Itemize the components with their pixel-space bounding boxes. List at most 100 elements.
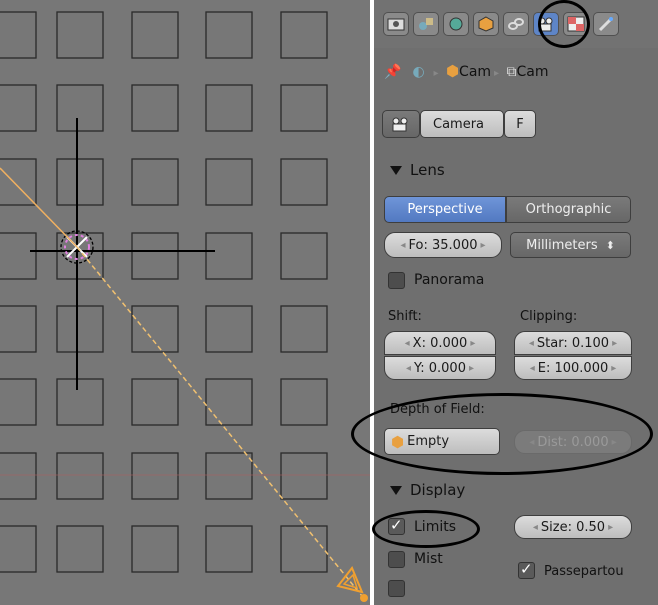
grid-square (205, 452, 253, 500)
grid-square (56, 452, 104, 500)
camera-limit-line (0, 167, 78, 248)
fake-user-button[interactable]: F (504, 110, 536, 138)
mist-checkbox[interactable] (388, 551, 405, 568)
passepartout-label: Passepartou (544, 564, 624, 579)
decrement-arrow-icon[interactable]: ◂ (527, 363, 538, 374)
grid-square (56, 305, 104, 353)
shift-y-value: Y: 0.000 (414, 360, 466, 376)
grid-square (131, 158, 179, 206)
clip-end-value: E: 100.000 (537, 360, 609, 376)
lens-unit-select[interactable]: Millimeters ⬍ (510, 232, 631, 258)
grid-square (0, 378, 37, 426)
grid-square (131, 232, 179, 280)
modifiers-icon (598, 17, 613, 32)
orthographic-button[interactable]: Orthographic (506, 196, 631, 223)
highlight-ring-camera-tab (538, 0, 590, 48)
grid-square (56, 378, 104, 426)
pin-icon[interactable]: 📌 (384, 64, 402, 80)
grid-square (0, 232, 37, 280)
grid-square (205, 305, 253, 353)
grid-square (205, 525, 253, 573)
scene-crumb-icon: ◐ (412, 64, 425, 80)
clip-start-value: Star: 0.100 (536, 335, 610, 351)
grid-square (131, 11, 179, 59)
increment-arrow-icon[interactable]: ▸ (466, 363, 477, 374)
focal-length-value: Fo: 35.000 (408, 237, 478, 253)
decrement-arrow-icon[interactable]: ◂ (526, 338, 537, 349)
grid-square (205, 11, 253, 59)
constraints-icon (508, 18, 524, 30)
breadcrumb-data: Cam (516, 64, 549, 80)
grid-square (0, 11, 37, 59)
display-section-title: Display (410, 481, 466, 499)
collapse-triangle-icon (390, 485, 402, 495)
grid-square (205, 84, 253, 132)
world-icon (449, 17, 463, 31)
highlight-ring-dof (351, 393, 653, 475)
crumb-separator-icon: ▸ (494, 68, 500, 79)
camera-browse-button[interactable] (382, 110, 420, 138)
grid-square (131, 305, 179, 353)
grid-square (280, 452, 328, 500)
highlight-ring-limits (372, 510, 480, 548)
decrement-arrow-icon[interactable]: ◂ (397, 240, 408, 251)
grid-square (131, 452, 179, 500)
clip-end-field[interactable]: ◂ E: 100.000 ▸ (514, 356, 632, 380)
grid-square (0, 84, 37, 132)
3d-viewport[interactable] (0, 0, 370, 605)
grid-square (56, 525, 104, 573)
passepartout-checkbox[interactable] (518, 560, 535, 579)
object-crumb-icon: ⬢ (445, 62, 460, 80)
focal-length-field[interactable]: ◂ Fo: 35.000 ▸ (384, 232, 502, 258)
increment-arrow-icon[interactable]: ▸ (477, 240, 488, 251)
camera-crumb-icon: ⧉ (506, 64, 517, 80)
object-icon (478, 16, 494, 32)
object-tab[interactable] (473, 12, 499, 36)
shift-label: Shift: (388, 309, 422, 324)
grid-square (0, 525, 37, 573)
clipping-label: Clipping: (520, 309, 578, 324)
next-option-checkbox[interactable] (388, 580, 405, 597)
shift-x-field[interactable]: ◂ X: 0.000 ▸ (384, 331, 496, 355)
world-tab[interactable] (443, 12, 469, 36)
breadcrumb-object: Cam (459, 64, 492, 80)
grid-square (131, 525, 179, 573)
lens-section-header[interactable]: Lens (380, 155, 652, 185)
increment-arrow-icon[interactable]: ▸ (609, 338, 620, 349)
decrement-arrow-icon[interactable]: ◂ (402, 338, 413, 349)
decrement-arrow-icon[interactable]: ◂ (403, 363, 414, 374)
display-section-header[interactable]: Display (380, 475, 652, 505)
increment-arrow-icon[interactable]: ▸ (605, 522, 616, 533)
scene-tab[interactable] (413, 12, 439, 36)
grid-square (280, 305, 328, 353)
grid-square (205, 378, 253, 426)
grid-square (280, 232, 328, 280)
shift-y-field[interactable]: ◂ Y: 0.000 ▸ (384, 356, 496, 380)
mist-label: Mist (414, 551, 443, 567)
modifiers-tab[interactable] (593, 12, 619, 36)
dof-distance-line (76, 246, 363, 597)
camera-name-field[interactable]: Camera (420, 110, 504, 138)
render-tab[interactable] (383, 12, 409, 36)
grid-square (280, 158, 328, 206)
grid-square (280, 378, 328, 426)
grid-square (0, 452, 37, 500)
panorama-checkbox[interactable] (388, 272, 405, 289)
grid-square (0, 305, 37, 353)
clip-start-field[interactable]: ◂ Star: 0.100 ▸ (514, 331, 632, 355)
display-size-field[interactable]: ◂ Size: 0.50 ▸ (514, 515, 632, 539)
scene-icon (419, 18, 433, 30)
camera-data-icon (392, 117, 408, 132)
grid-square (131, 378, 179, 426)
constraints-tab[interactable] (503, 12, 529, 36)
perspective-button[interactable]: Perspective (384, 196, 506, 223)
increment-arrow-icon[interactable]: ▸ (608, 363, 619, 374)
decrement-arrow-icon[interactable]: ◂ (530, 522, 541, 533)
lens-section-title: Lens (410, 161, 445, 179)
grid-square (205, 232, 253, 280)
grid-square (205, 158, 253, 206)
grid-square (56, 158, 104, 206)
increment-arrow-icon[interactable]: ▸ (467, 338, 478, 349)
grid-square (280, 525, 328, 573)
viewport-canvas[interactable] (0, 0, 370, 605)
